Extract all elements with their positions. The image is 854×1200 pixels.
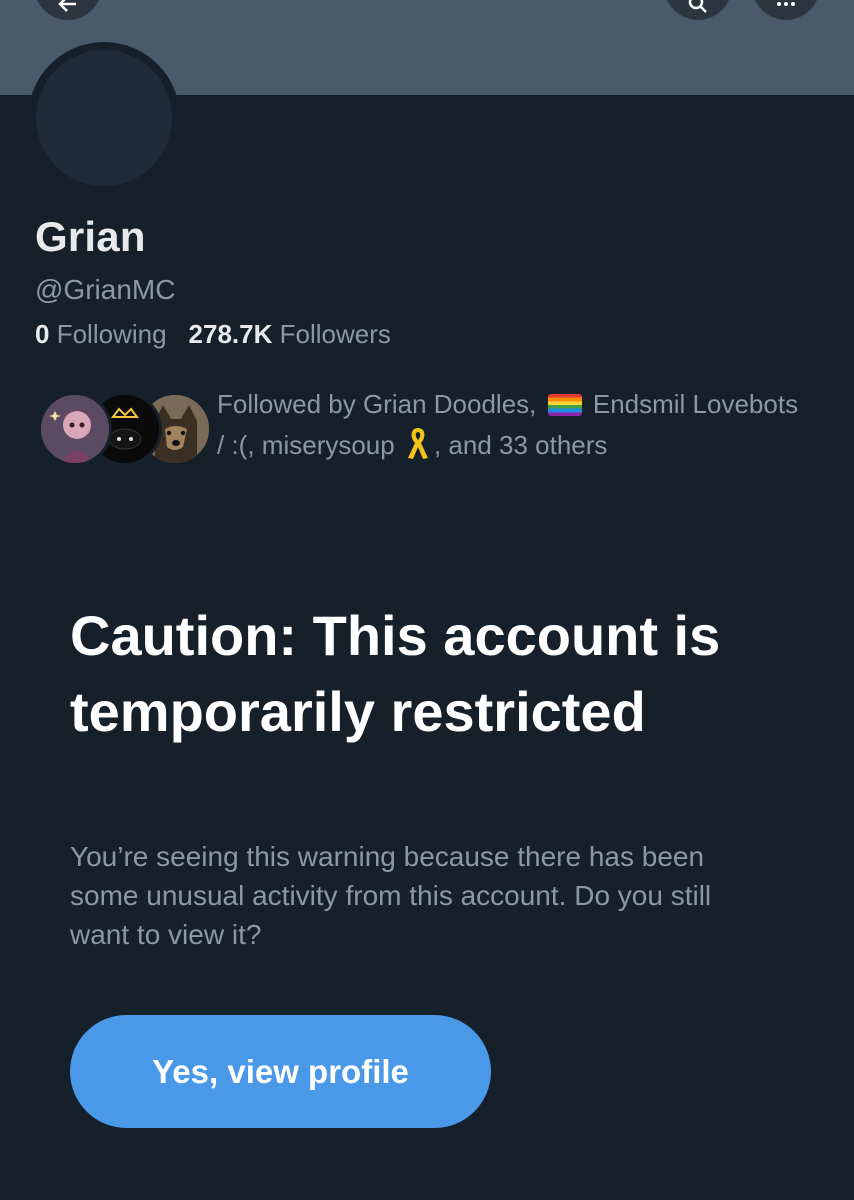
- followers-count: 278.7K: [188, 319, 273, 349]
- profile-page: Grian @GrianMC 0 Following 278.7K Followe…: [0, 0, 854, 1200]
- following-link[interactable]: 0 Following: [35, 319, 167, 349]
- following-count: 0: [35, 319, 50, 349]
- profile-avatar[interactable]: [28, 42, 180, 194]
- more-icon: [777, 2, 795, 6]
- avatar-placeholder: [36, 50, 172, 186]
- followers-label: Followers: [279, 319, 391, 349]
- display-name: Grian: [35, 213, 146, 260]
- followed-by-prefix: Followed by Grian Doodles,: [217, 389, 537, 419]
- mutual-followers-avatars[interactable]: [38, 392, 212, 466]
- following-label: Following: [56, 319, 167, 349]
- followed-by-suffix: , and 33 others: [433, 430, 608, 460]
- yellow-ribbon-icon: [407, 428, 428, 459]
- followed-by-text[interactable]: Followed by Grian Doodles, Endsmil Loveb…: [217, 384, 807, 466]
- mutual-avatar-1: [38, 392, 112, 466]
- rainbow-flag-icon: [547, 394, 582, 416]
- warning-description: You’re seeing this warning because there…: [70, 841, 712, 950]
- view-profile-button[interactable]: Yes, view profile: [70, 1015, 491, 1128]
- warning-title: Caution: This account is temporarily res…: [70, 604, 721, 743]
- followed-by-name-3: miserysoup: [261, 430, 395, 460]
- search-icon: [688, 0, 707, 13]
- back-arrow-icon: [58, 0, 76, 12]
- user-handle: @GrianMC: [35, 274, 176, 305]
- followers-link[interactable]: 278.7K Followers: [189, 319, 391, 349]
- follow-stats: 0 Following 278.7K Followers: [35, 319, 391, 350]
